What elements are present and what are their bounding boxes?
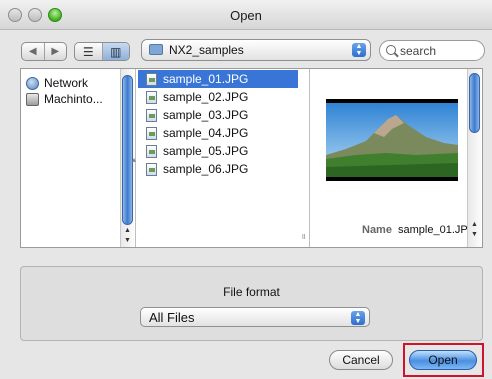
cancel-button[interactable]: Cancel bbox=[329, 350, 393, 370]
location-popup[interactable]: NX2_samples ▲ ▼ bbox=[141, 39, 371, 61]
file-name: sample_03.JPG bbox=[163, 108, 249, 122]
file-name: sample_01.JPG bbox=[163, 72, 249, 86]
name-meta-label: Name bbox=[362, 224, 392, 236]
folder-icon bbox=[149, 44, 163, 55]
hard-drive-icon bbox=[26, 92, 39, 106]
open-button-highlight bbox=[403, 343, 484, 377]
search-field[interactable] bbox=[379, 40, 485, 61]
file-item[interactable]: sample_04.JPG bbox=[138, 124, 298, 142]
list-view-icon[interactable]: ☰ bbox=[75, 43, 103, 60]
sidebar-item-label: Network bbox=[44, 76, 89, 90]
preview-pane: Name sample_01.JP ▲ ▼ bbox=[312, 69, 482, 247]
file-item[interactable]: sample_06.JPG bbox=[138, 160, 298, 178]
sidebar-item-network[interactable]: Network bbox=[26, 75, 88, 91]
file-format-select[interactable]: All Files ▲ ▼ bbox=[140, 307, 370, 327]
back-arrow-icon[interactable]: ◀ bbox=[22, 43, 45, 60]
jpeg-file-icon bbox=[146, 108, 157, 122]
file-name: sample_05.JPG bbox=[163, 144, 249, 158]
scroll-down-arrow-icon[interactable]: ▼ bbox=[468, 229, 481, 240]
file-item[interactable]: sample_02.JPG bbox=[138, 88, 298, 106]
title-bar: Open bbox=[0, 0, 492, 30]
column-view-icon[interactable]: ▥ bbox=[102, 43, 129, 60]
sidebar-item-label: Machinto... bbox=[44, 92, 103, 106]
jpeg-file-icon bbox=[146, 144, 157, 158]
view-mode-buttons: ☰ ▥ bbox=[74, 42, 130, 61]
sidebar-item-machintosh[interactable]: Machinto... bbox=[26, 91, 103, 107]
jpeg-file-icon bbox=[146, 90, 157, 104]
location-label: NX2_samples bbox=[169, 43, 244, 57]
preview-scrollbar[interactable]: ▲ ▼ bbox=[467, 69, 481, 247]
image-preview bbox=[326, 99, 458, 181]
file-browser: Network Machinto... ▲ ▼ sample_01.JPG sa… bbox=[20, 68, 483, 248]
column-resize-handle[interactable]: ॥ bbox=[301, 231, 306, 242]
column-resize-handle[interactable]: ▴ bbox=[132, 155, 136, 164]
file-name: sample_04.JPG bbox=[163, 126, 249, 140]
network-globe-icon bbox=[26, 76, 39, 90]
file-list-column: sample_01.JPG sample_02.JPG sample_03.JP… bbox=[132, 69, 310, 247]
file-item[interactable]: sample_05.JPG bbox=[138, 142, 298, 160]
file-item[interactable]: sample_03.JPG bbox=[138, 106, 298, 124]
jpeg-file-icon bbox=[146, 162, 157, 176]
jpeg-file-icon bbox=[146, 126, 157, 140]
sidebar-scroll-thumb[interactable] bbox=[122, 75, 133, 225]
search-icon bbox=[386, 45, 396, 55]
file-name: sample_02.JPG bbox=[163, 90, 249, 104]
file-format-label: File format bbox=[223, 285, 280, 299]
scroll-down-arrow-icon[interactable]: ▼ bbox=[121, 235, 134, 246]
file-name: sample_06.JPG bbox=[163, 162, 249, 176]
mountain-photo bbox=[326, 103, 458, 177]
file-item[interactable]: sample_01.JPG bbox=[138, 70, 298, 88]
popup-arrows-icon: ▲ ▼ bbox=[352, 43, 366, 57]
preview-scroll-thumb[interactable] bbox=[469, 73, 480, 133]
select-arrows-icon: ▲ ▼ bbox=[351, 311, 365, 325]
forward-arrow-icon[interactable]: ▶ bbox=[45, 43, 67, 60]
format-panel: File format All Files ▲ ▼ bbox=[20, 266, 483, 341]
name-meta-value: sample_01.JP bbox=[398, 224, 468, 236]
sidebar: Network Machinto... ▲ ▼ bbox=[21, 69, 136, 247]
file-format-value: All Files bbox=[149, 310, 195, 325]
search-input[interactable] bbox=[400, 43, 482, 58]
nav-buttons: ◀ ▶ bbox=[21, 42, 67, 61]
open-dialog: Open ◀ ▶ ☰ ▥ NX2_samples ▲▼ Network Mach… bbox=[0, 0, 492, 379]
window-title: Open bbox=[230, 8, 262, 23]
jpeg-file-icon bbox=[146, 72, 157, 86]
